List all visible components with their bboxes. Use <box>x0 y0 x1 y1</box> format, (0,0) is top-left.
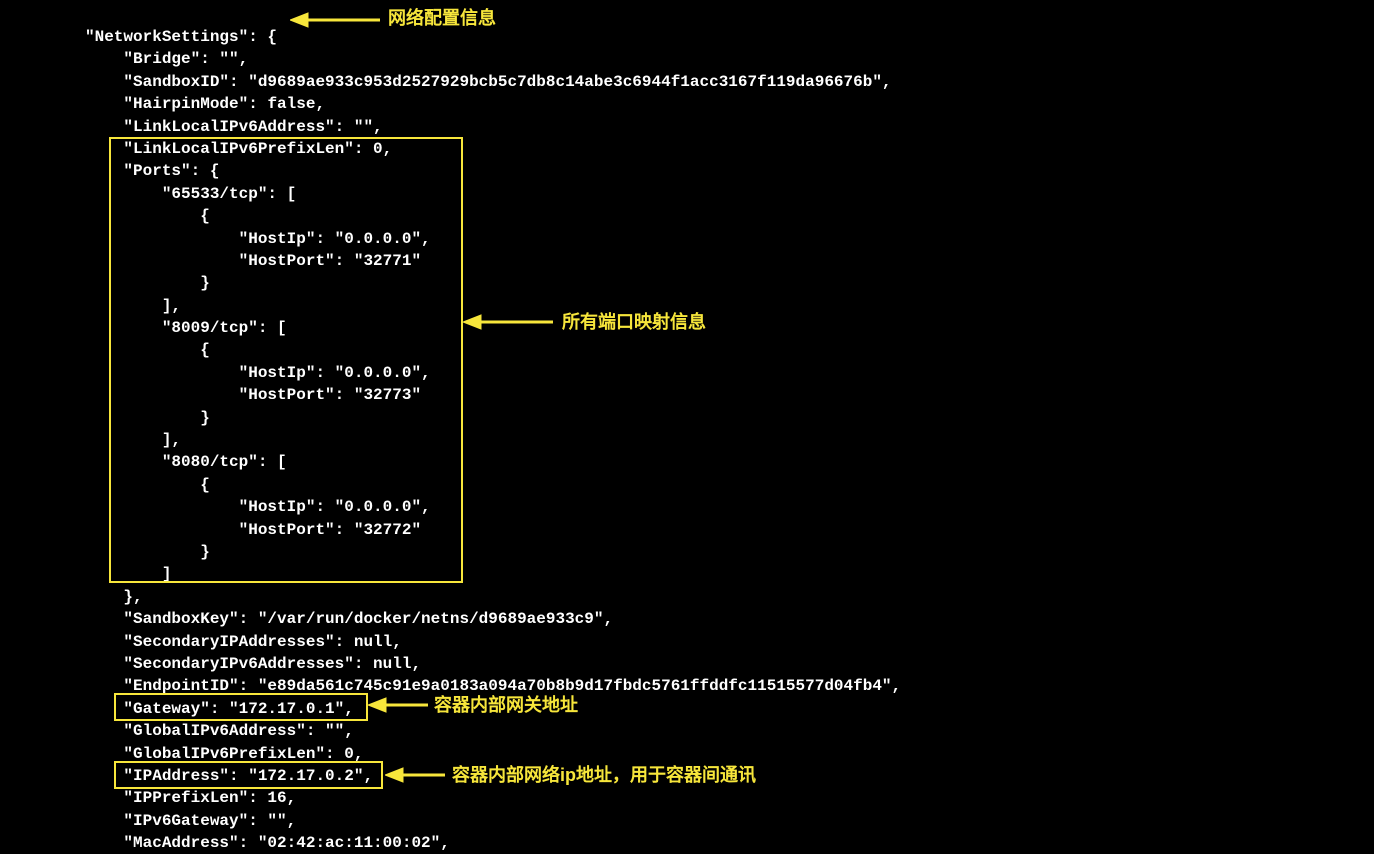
json-line: }, <box>85 588 143 606</box>
json-line: "GlobalIPv6PrefixLen": 0, <box>85 745 363 763</box>
json-line: "IPv6Gateway": "", <box>85 812 296 830</box>
json-line: "SandboxID": "d9689ae933c953d2527929bcb5… <box>85 73 892 91</box>
gateway-highlight-box <box>114 693 368 721</box>
json-line: "SecondaryIPAddresses": null, <box>85 633 402 651</box>
json-line: "SecondaryIPv6Addresses": null, <box>85 655 421 673</box>
arrow-ipaddress <box>385 765 445 785</box>
ports-highlight-box <box>109 137 463 583</box>
annotation-gateway: 容器内部网关地址 <box>434 693 578 718</box>
json-line: "HairpinMode": false, <box>85 95 325 113</box>
json-line: "Bridge": "", <box>85 50 248 68</box>
json-line: "LinkLocalIPv6Address": "", <box>85 118 383 136</box>
json-line: "NetworkSettings": { <box>85 28 277 46</box>
arrow-network-settings <box>290 10 380 30</box>
json-line: "GlobalIPv6Address": "", <box>85 722 354 740</box>
json-line: "IPPrefixLen": 16, <box>85 789 296 807</box>
annotation-ports: 所有端口映射信息 <box>562 310 706 335</box>
arrow-ports <box>463 312 553 332</box>
json-line: "SandboxKey": "/var/run/docker/netns/d96… <box>85 610 613 628</box>
arrow-gateway <box>368 695 428 715</box>
ipaddress-highlight-box <box>114 761 383 789</box>
annotation-network-settings: 网络配置信息 <box>388 6 496 31</box>
json-line: "MacAddress": "02:42:ac:11:00:02", <box>85 834 450 852</box>
annotation-ipaddress: 容器内部网络ip地址，用于容器间通讯 <box>452 763 756 788</box>
